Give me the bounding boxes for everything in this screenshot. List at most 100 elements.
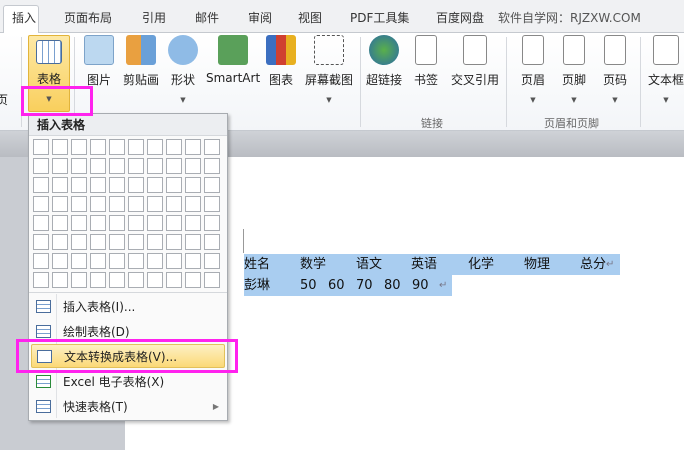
grid-cell[interactable]: [52, 272, 68, 288]
grid-cell[interactable]: [52, 196, 68, 212]
grid-cell[interactable]: [71, 234, 87, 250]
grid-cell[interactable]: [166, 272, 182, 288]
tab-review[interactable]: 审阅: [248, 9, 272, 26]
grid-cell[interactable]: [33, 215, 49, 231]
grid-cell[interactable]: [109, 272, 125, 288]
grid-cell[interactable]: [204, 158, 220, 174]
grid-cell[interactable]: [166, 215, 182, 231]
grid-cell[interactable]: [90, 139, 106, 155]
grid-cell[interactable]: [33, 253, 49, 269]
grid-cell[interactable]: [185, 253, 201, 269]
tab-page-layout[interactable]: 页面布局: [64, 9, 112, 26]
textbox-button[interactable]: 文本框 ▼: [646, 35, 684, 104]
grid-cell[interactable]: [128, 177, 144, 193]
grid-cell[interactable]: [109, 253, 125, 269]
grid-cell[interactable]: [185, 234, 201, 250]
screenshot-button[interactable]: 屏幕截图 ▼: [304, 35, 354, 104]
grid-cell[interactable]: [71, 196, 87, 212]
grid-cell[interactable]: [128, 272, 144, 288]
footer-button[interactable]: 页脚 ▼: [559, 35, 589, 104]
grid-cell[interactable]: [71, 215, 87, 231]
grid-cell[interactable]: [147, 272, 163, 288]
grid-cell[interactable]: [204, 215, 220, 231]
grid-cell[interactable]: [128, 253, 144, 269]
grid-cell[interactable]: [166, 158, 182, 174]
grid-cell[interactable]: [128, 139, 144, 155]
cross-reference-button[interactable]: 交叉引用: [450, 35, 500, 88]
grid-cell[interactable]: [33, 139, 49, 155]
grid-cell[interactable]: [90, 196, 106, 212]
grid-cell[interactable]: [109, 234, 125, 250]
tab-references[interactable]: 引用: [142, 9, 166, 26]
tab-view[interactable]: 视图: [298, 9, 322, 26]
selected-row-2[interactable]: 彭琳 50 60 70 80 90 ↵: [244, 275, 452, 296]
menu-item-quick-tables[interactable]: 快速表格(T) ▶: [31, 395, 225, 419]
grid-cell[interactable]: [128, 234, 144, 250]
grid-cell[interactable]: [204, 177, 220, 193]
grid-cell[interactable]: [71, 177, 87, 193]
menu-item-excel-spreadsheet[interactable]: Excel 电子表格(X): [31, 370, 225, 394]
picture-button[interactable]: 图片: [84, 35, 114, 88]
grid-cell[interactable]: [185, 215, 201, 231]
grid-cell[interactable]: [33, 158, 49, 174]
grid-cell[interactable]: [33, 272, 49, 288]
grid-cell[interactable]: [109, 177, 125, 193]
hyperlink-button[interactable]: 超链接: [366, 35, 402, 88]
grid-cell[interactable]: [52, 234, 68, 250]
tab-mailings[interactable]: 邮件: [195, 9, 219, 26]
grid-cell[interactable]: [109, 196, 125, 212]
grid-cell[interactable]: [33, 177, 49, 193]
grid-cell[interactable]: [147, 234, 163, 250]
menu-item-insert-table[interactable]: 插入表格(I)...: [31, 295, 225, 319]
grid-cell[interactable]: [204, 196, 220, 212]
grid-cell[interactable]: [128, 158, 144, 174]
grid-cell[interactable]: [90, 272, 106, 288]
grid-cell[interactable]: [185, 177, 201, 193]
grid-cell[interactable]: [33, 196, 49, 212]
grid-cell[interactable]: [90, 158, 106, 174]
grid-cell[interactable]: [128, 196, 144, 212]
grid-cell[interactable]: [71, 158, 87, 174]
grid-cell[interactable]: [204, 139, 220, 155]
tab-pdf-tools[interactable]: PDF工具集: [350, 9, 409, 26]
grid-cell[interactable]: [185, 272, 201, 288]
grid-cell[interactable]: [109, 139, 125, 155]
grid-cell[interactable]: [52, 139, 68, 155]
grid-cell[interactable]: [109, 158, 125, 174]
grid-cell[interactable]: [147, 139, 163, 155]
clipart-button[interactable]: 剪贴画: [122, 35, 160, 88]
grid-cell[interactable]: [52, 215, 68, 231]
grid-cell[interactable]: [147, 253, 163, 269]
shapes-button[interactable]: 形状 ▼: [168, 35, 198, 104]
grid-cell[interactable]: [147, 196, 163, 212]
grid-cell[interactable]: [71, 253, 87, 269]
page-number-button[interactable]: 页码 ▼: [600, 35, 630, 104]
grid-cell[interactable]: [52, 158, 68, 174]
grid-cell[interactable]: [204, 253, 220, 269]
partial-button[interactable]: 页: [0, 91, 8, 108]
grid-cell[interactable]: [33, 234, 49, 250]
table-size-grid[interactable]: [33, 139, 220, 288]
grid-cell[interactable]: [166, 196, 182, 212]
grid-cell[interactable]: [204, 272, 220, 288]
grid-cell[interactable]: [185, 139, 201, 155]
smartart-button[interactable]: SmartArt: [206, 35, 260, 85]
grid-cell[interactable]: [185, 158, 201, 174]
grid-cell[interactable]: [204, 234, 220, 250]
grid-cell[interactable]: [90, 215, 106, 231]
chart-button[interactable]: 图表: [266, 35, 296, 88]
grid-cell[interactable]: [185, 196, 201, 212]
grid-cell[interactable]: [166, 234, 182, 250]
grid-cell[interactable]: [128, 215, 144, 231]
grid-cell[interactable]: [147, 158, 163, 174]
grid-cell[interactable]: [166, 139, 182, 155]
grid-cell[interactable]: [52, 253, 68, 269]
grid-cell[interactable]: [71, 272, 87, 288]
grid-cell[interactable]: [90, 234, 106, 250]
grid-cell[interactable]: [166, 177, 182, 193]
tab-insert[interactable]: 插入: [12, 9, 36, 26]
grid-cell[interactable]: [109, 215, 125, 231]
grid-cell[interactable]: [52, 177, 68, 193]
selected-row-1[interactable]: 姓名 数学 语文 英语 化学 物理 总分 ↵: [244, 254, 620, 275]
grid-cell[interactable]: [147, 215, 163, 231]
